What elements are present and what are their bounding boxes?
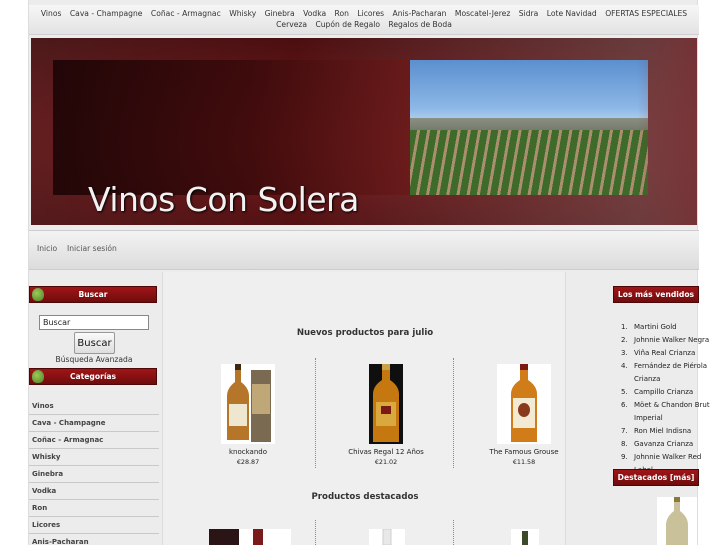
categories-box-title: Categorías	[69, 372, 117, 381]
product-image-famous-grouse[interactable]	[497, 364, 551, 444]
product-divider	[453, 358, 454, 468]
best-seller-item[interactable]: 4. Fernández de Piérola Crianza	[621, 360, 711, 386]
best-seller-item[interactable]: 5. Campillo Crianza	[621, 386, 711, 399]
product-name[interactable]: The Famous Grouse	[464, 448, 584, 456]
top-navigation: Vinos Cava - Champagne Coñac - Armagnac …	[29, 5, 699, 35]
search-button[interactable]: Buscar	[74, 332, 115, 354]
header-banner: Vinos Con Solera	[31, 38, 697, 225]
featured-product-image[interactable]	[209, 529, 291, 545]
nav-link-licores[interactable]: Licores	[357, 8, 384, 19]
best-seller-item[interactable]: 2. Johnnie Walker Negra	[621, 334, 711, 347]
main-content: Nuevos productos para julio knockando €2…	[162, 272, 566, 545]
featured-side-product-image[interactable]	[657, 497, 697, 545]
product-price: €28.87	[236, 458, 260, 466]
nav-link-sidra[interactable]: Sidra	[519, 8, 539, 19]
sub-navigation: Inicio Iniciar sesión	[29, 230, 699, 270]
featured-products-heading: Productos destacados	[311, 492, 419, 502]
advanced-search-link[interactable]: Búsqueda Avanzada	[29, 355, 159, 364]
new-products-heading: Nuevos productos para julio	[296, 328, 434, 338]
search-box-header: Buscar	[29, 286, 157, 303]
product-card[interactable]: The Famous Grouse €11.58	[464, 364, 584, 466]
vineyard-rows	[410, 130, 648, 195]
nav-link-whisky[interactable]: Whisky	[229, 8, 256, 19]
nav-link-moscatel[interactable]: Moscatel-Jerez	[455, 8, 510, 19]
product-divider	[315, 520, 316, 545]
top-nav-row-1: Vinos Cava - Champagne Coñac - Armagnac …	[29, 8, 699, 19]
product-image-knockando[interactable]	[221, 364, 275, 444]
product-card[interactable]: knockando €28.87	[188, 364, 308, 466]
page-container: Vinos Cava - Champagne Coñac - Armagnac …	[28, 0, 710, 545]
featured-product-image[interactable]	[369, 529, 405, 545]
nav-link-ofertas[interactable]: OFERTAS ESPECIALES	[605, 8, 687, 19]
nav-link-ginebra[interactable]: Ginebra	[265, 8, 295, 19]
top-nav-row-2: Cerveza Cupón de Regalo Regalos de Boda	[29, 19, 699, 30]
category-item[interactable]: Vinos	[29, 398, 159, 415]
featured-side-header[interactable]: Destacados [más]	[613, 469, 699, 486]
category-list: Vinos Cava - Champagne Coñac - Armagnac …	[29, 398, 159, 545]
product-name[interactable]: Chivas Regal 12 Años	[326, 448, 446, 456]
home-link[interactable]: Inicio	[37, 244, 57, 253]
best-sellers-header: Los más vendidos	[613, 286, 699, 303]
nav-link-vodka[interactable]: Vodka	[303, 8, 326, 19]
product-card[interactable]: Chivas Regal 12 Años €21.02	[326, 364, 446, 466]
nav-link-cava[interactable]: Cava - Champagne	[70, 8, 143, 19]
best-seller-item[interactable]: 1. Martini Gold	[621, 321, 711, 334]
product-divider	[315, 358, 316, 468]
product-image-chivas[interactable]	[359, 364, 413, 444]
best-seller-item[interactable]: 6. Möet & Chandon Brut Imperial	[621, 399, 711, 425]
category-item[interactable]: Coñac - Armagnac	[29, 432, 159, 449]
login-link[interactable]: Iniciar sesión	[67, 244, 117, 253]
nav-link-cerveza[interactable]: Cerveza	[276, 19, 307, 30]
category-item[interactable]: Licores	[29, 517, 159, 534]
category-item[interactable]: Ron	[29, 500, 159, 517]
categories-box-header: Categorías	[29, 368, 157, 385]
banner-dark-panel	[53, 60, 413, 195]
product-name[interactable]: knockando	[188, 448, 308, 456]
best-seller-item[interactable]: 3. Viña Real Crianza	[621, 347, 711, 360]
banner-fade	[637, 38, 697, 225]
category-item[interactable]: Whisky	[29, 449, 159, 466]
best-seller-item[interactable]: 7. Ron Miel Indisna	[621, 425, 711, 438]
product-price: €21.02	[374, 458, 398, 466]
nav-link-regalos-boda[interactable]: Regalos de Boda	[388, 19, 451, 30]
product-divider	[453, 520, 454, 545]
product-price: €11.58	[512, 458, 536, 466]
leaf-icon	[32, 370, 44, 383]
search-box-title: Buscar	[78, 290, 108, 299]
nav-link-cupon[interactable]: Cupón de Regalo	[315, 19, 380, 30]
featured-product-image[interactable]	[511, 529, 539, 545]
vineyard-image	[410, 60, 648, 195]
site-title[interactable]: Vinos Con Solera	[88, 180, 359, 219]
category-item[interactable]: Cava - Champagne	[29, 415, 159, 432]
nav-link-ron[interactable]: Ron	[335, 8, 349, 19]
best-seller-item[interactable]: 8. Gavanza Crianza	[621, 438, 711, 451]
category-item[interactable]: Vodka	[29, 483, 159, 500]
category-item[interactable]: Anis-Pacharan	[29, 534, 159, 545]
category-item[interactable]: Ginebra	[29, 466, 159, 483]
best-sellers-list: 1. Martini Gold 2. Johnnie Walker Negra 3.…	[621, 321, 711, 477]
search-input[interactable]: Buscar	[39, 315, 149, 330]
nav-link-anis[interactable]: Anis-Pacharan	[393, 8, 447, 19]
leaf-icon	[32, 288, 44, 301]
nav-link-vinos[interactable]: Vinos	[41, 8, 62, 19]
nav-link-lote-navidad[interactable]: Lote Navidad	[547, 8, 597, 19]
nav-link-conac[interactable]: Coñac - Armagnac	[151, 8, 221, 19]
